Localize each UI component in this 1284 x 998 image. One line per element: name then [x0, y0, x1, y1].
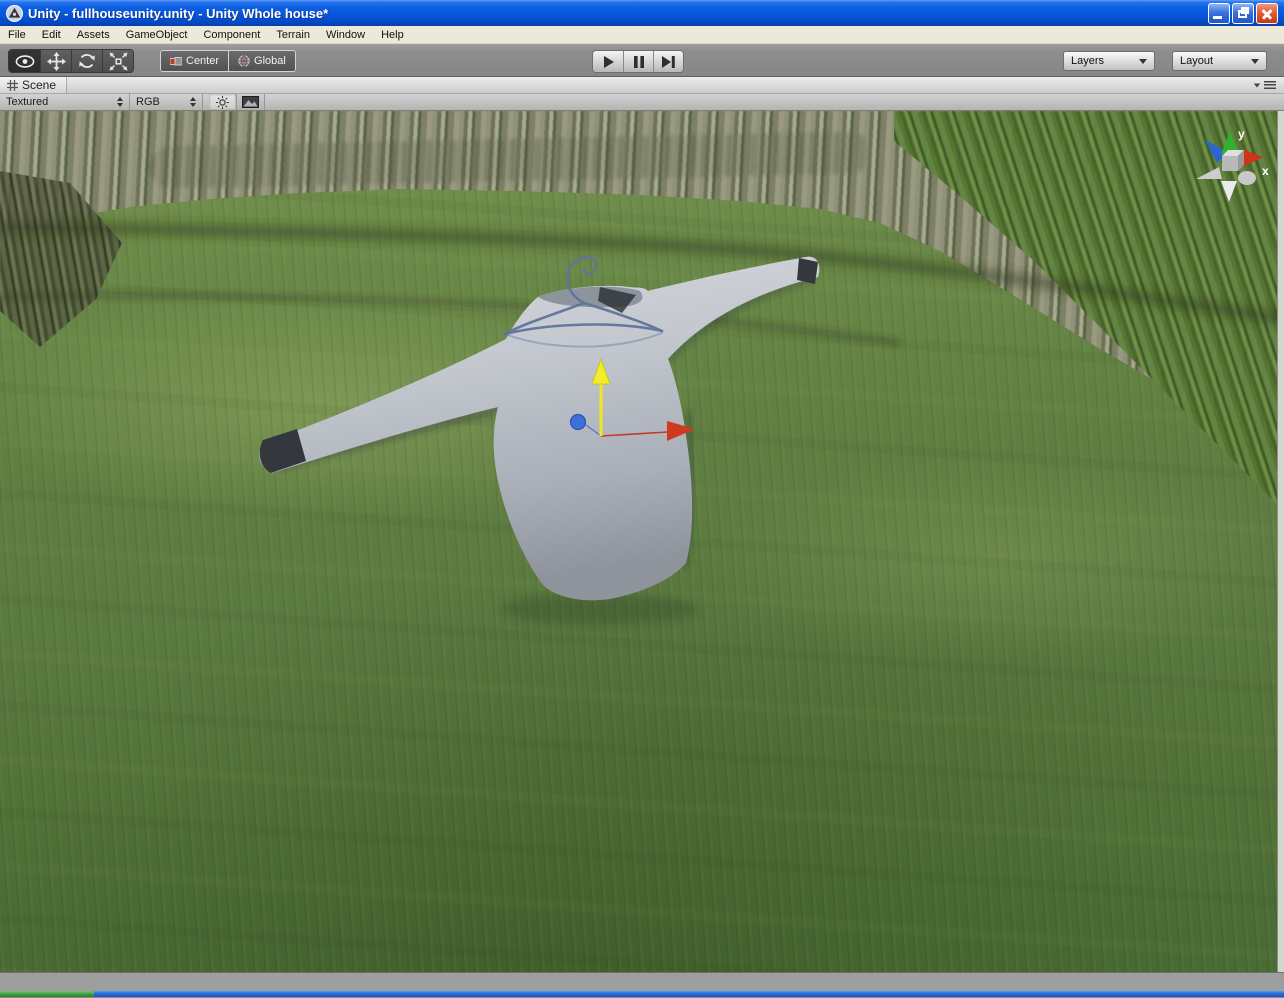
- layers-label: Layers: [1071, 55, 1104, 67]
- titlebar[interactable]: Unity - fullhouseunity.unity - Unity Who…: [0, 0, 1284, 26]
- transform-tools: [8, 49, 134, 73]
- global-space-label: Global: [254, 55, 286, 67]
- menu-file[interactable]: File: [0, 28, 34, 42]
- chevron-down-icon: [1139, 59, 1147, 64]
- center-pivot-button[interactable]: Center: [161, 51, 228, 71]
- rotate-tool-button[interactable]: [71, 50, 102, 72]
- eye-icon: [15, 55, 35, 68]
- axis-cube: [1222, 150, 1244, 171]
- scale-icon: [109, 52, 128, 71]
- menu-window[interactable]: Window: [318, 28, 373, 42]
- close-button[interactable]: [1256, 3, 1278, 24]
- menu-help[interactable]: Help: [373, 28, 412, 42]
- window-bottom-strip: [0, 972, 1284, 991]
- tab-scene[interactable]: Scene: [0, 77, 67, 93]
- color-mode-dropdown[interactable]: RGB: [130, 94, 203, 110]
- unity-window: Unity - fullhouseunity.unity - Unity Who…: [0, 0, 1284, 998]
- scene-lighting-toggle[interactable]: [209, 94, 237, 110]
- minimize-button[interactable]: [1208, 3, 1230, 24]
- grid-icon: [7, 80, 18, 91]
- axis-cone-x[interactable]: [1242, 149, 1263, 167]
- menu-assets[interactable]: Assets: [69, 28, 118, 42]
- play-icon: [603, 56, 614, 68]
- scene-view-controls: Textured RGB: [0, 94, 1284, 111]
- draw-mode-value: Textured: [6, 96, 48, 108]
- menu-terrain[interactable]: Terrain: [268, 28, 318, 42]
- move-icon: [47, 52, 66, 71]
- center-pivot-icon: [170, 57, 182, 66]
- axis-y-label: y: [1238, 127, 1245, 141]
- pivot-toggle-group: Center Global: [160, 50, 296, 72]
- shirt-model[interactable]: [259, 257, 819, 601]
- scene-3d-overlay: y x: [0, 111, 1284, 972]
- globe-icon: [238, 55, 250, 67]
- taskbar-sliver[interactable]: [0, 991, 1284, 997]
- playback-controls: [592, 50, 684, 73]
- scene-panel-tabbar: Scene: [0, 77, 1284, 94]
- global-space-button[interactable]: Global: [228, 51, 295, 71]
- layers-dropdown[interactable]: Layers: [1063, 51, 1155, 71]
- axis-cone-back[interactable]: [1238, 171, 1256, 185]
- chevron-down-icon: [1251, 59, 1259, 64]
- pause-button[interactable]: [623, 51, 653, 72]
- scale-tool-button[interactable]: [102, 50, 133, 72]
- picture-icon: [242, 96, 259, 108]
- menu-gameobject[interactable]: GameObject: [118, 28, 196, 42]
- menu-lines-icon: [1264, 81, 1276, 89]
- axis-cone-left[interactable]: [1196, 167, 1222, 179]
- menu-edit[interactable]: Edit: [34, 28, 69, 42]
- gizmo-z-handle[interactable]: [571, 415, 586, 430]
- scene-tab-label: Scene: [22, 78, 56, 92]
- color-mode-value: RGB: [136, 96, 160, 108]
- sun-icon: [216, 96, 229, 109]
- rotate-icon: [78, 52, 96, 70]
- taskbar-edge[interactable]: [94, 991, 1284, 997]
- menu-component[interactable]: Component: [195, 28, 268, 42]
- step-button[interactable]: [653, 51, 683, 72]
- center-pivot-label: Center: [186, 55, 219, 67]
- axis-x-label: x: [1262, 164, 1269, 178]
- move-tool-button[interactable]: [40, 50, 71, 72]
- minimize-icon: [1213, 16, 1222, 19]
- scene-viewport[interactable]: y x: [0, 111, 1284, 972]
- layout-dropdown[interactable]: Layout: [1172, 51, 1267, 71]
- main-toolbar: Center Global: [0, 44, 1284, 77]
- start-button-edge[interactable]: [0, 991, 94, 997]
- axis-cone-down[interactable]: [1221, 181, 1237, 202]
- step-icon: [662, 56, 675, 68]
- render-mode-button[interactable]: [237, 94, 265, 110]
- updown-arrows-icon: [117, 97, 123, 107]
- panel-options-button[interactable]: [1253, 81, 1276, 89]
- window-title: Unity - fullhouseunity.unity - Unity Who…: [28, 6, 1208, 21]
- layout-label: Layout: [1180, 55, 1213, 67]
- viewport-right-scrollstrip[interactable]: [1277, 111, 1284, 972]
- unity-logo-icon: [6, 5, 23, 22]
- view-tool-button[interactable]: [9, 50, 40, 72]
- draw-mode-dropdown[interactable]: Textured: [0, 94, 130, 110]
- restore-button[interactable]: [1232, 3, 1254, 24]
- pause-icon: [634, 56, 644, 68]
- updown-arrows-icon: [190, 97, 196, 107]
- menu-bar: File Edit Assets GameObject Component Te…: [0, 26, 1284, 44]
- axis-orientation-gizmo[interactable]: y x: [1196, 127, 1269, 202]
- play-button[interactable]: [593, 51, 623, 72]
- caret-icon: [1254, 83, 1260, 87]
